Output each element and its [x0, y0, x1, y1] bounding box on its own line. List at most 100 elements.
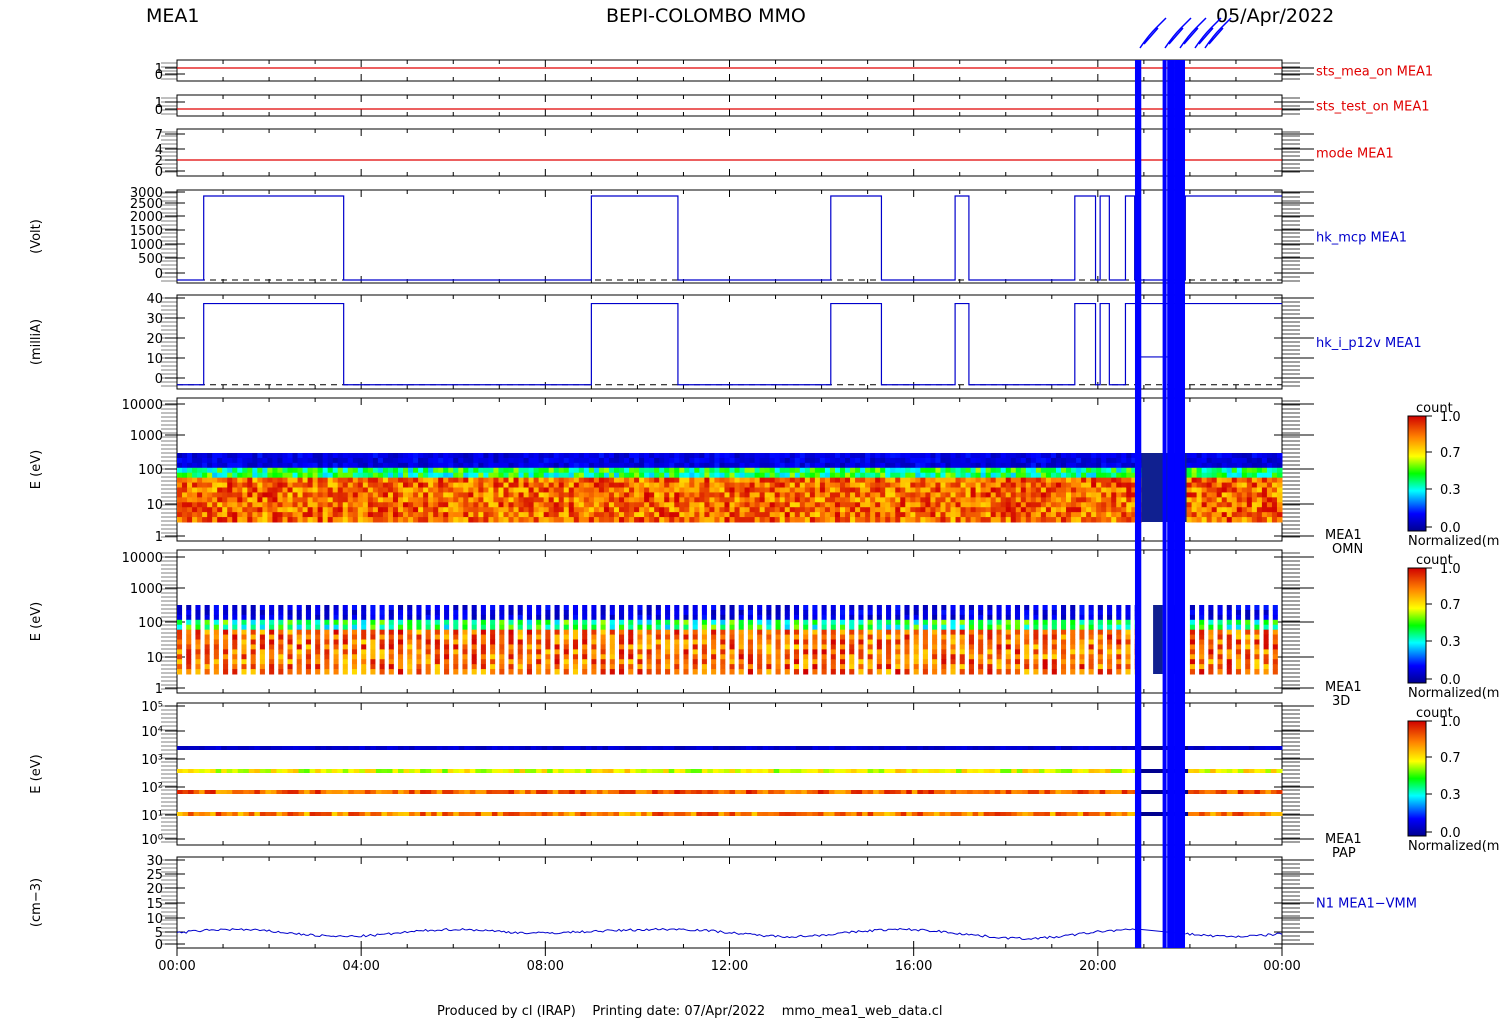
spectro-cell [704, 472, 710, 479]
spectro-cell [639, 453, 645, 459]
spectro-cell [324, 605, 330, 611]
spectro-cell [408, 512, 414, 518]
spectro-cell [1226, 482, 1233, 488]
spectro-cell [483, 487, 489, 493]
spectro-cell [1231, 462, 1238, 469]
spectro-cell [582, 605, 588, 611]
spectro-cell [694, 492, 700, 498]
spectro-cell [734, 477, 741, 484]
spectro-cell [644, 507, 650, 513]
spectro-cell [664, 497, 670, 503]
spectro-cell [932, 605, 938, 611]
spectro-cell [734, 497, 741, 503]
spectro-cell [1020, 467, 1027, 474]
spectro-cell [227, 502, 233, 508]
spectro-cell [1061, 467, 1067, 474]
spectro-cell [1261, 507, 1268, 513]
spectro-cell [387, 482, 394, 488]
spectro-cell [980, 512, 987, 518]
spectro-cell [1251, 453, 1258, 459]
spectro-cell [794, 507, 801, 513]
spectro-cell [855, 462, 861, 469]
spectro-cell [418, 502, 424, 508]
spectro-cell [692, 644, 698, 650]
spectro-cell [342, 669, 348, 675]
spectro-cell [1106, 517, 1112, 523]
spectro-cell [775, 644, 781, 650]
spectro-cell [649, 472, 655, 479]
spectro-cell [297, 472, 304, 479]
spectro-cell [922, 654, 928, 660]
spectro-cell [950, 629, 956, 636]
spectro-cell [324, 669, 330, 675]
spectro-cell [352, 477, 359, 484]
spectro-cell [545, 624, 551, 631]
spectro-cell [342, 634, 348, 640]
spectro-cell [434, 664, 440, 670]
spectro-cell [591, 644, 597, 650]
spectro-cell [960, 517, 967, 523]
spectro-cell [558, 502, 565, 508]
spectro-cell [895, 517, 901, 523]
spectro-cell [503, 512, 509, 518]
spectro-cell [930, 497, 936, 503]
spectro-cell [377, 487, 384, 493]
spectro-cell [669, 482, 675, 488]
spectro-cell [959, 609, 965, 616]
spectro-cell [379, 634, 385, 640]
spectro-cell [689, 502, 695, 508]
spectro-cell [975, 502, 982, 508]
spectro-cell [533, 502, 540, 508]
spectro-cell [757, 639, 763, 645]
spectro-cell [959, 624, 965, 631]
spectro-cell [322, 457, 329, 464]
spectro-cell [749, 457, 756, 464]
spectro-cell [387, 502, 394, 508]
spectro-cell [865, 477, 871, 484]
spectro-cell [252, 477, 258, 484]
spectro-cell [222, 487, 228, 493]
spectro-cell [809, 512, 816, 518]
spectro-cell [619, 512, 625, 518]
spectro-cell [305, 649, 311, 655]
spectro-cell [352, 507, 359, 513]
spectro-cell [955, 492, 962, 498]
spectro-cell [337, 467, 344, 474]
spectro-cell [794, 472, 801, 479]
spectro-cell [1050, 487, 1057, 493]
spectro-cell [694, 462, 700, 469]
spectro-cell [784, 453, 791, 459]
spectro-cell [975, 482, 982, 488]
spectro-cell [197, 502, 203, 508]
spectro-cell [804, 517, 811, 523]
spectro-cell [940, 487, 946, 493]
spectro-cell [683, 609, 689, 616]
spectro-cell [968, 614, 974, 621]
spectro-cell [634, 482, 640, 488]
spectro-cell [237, 453, 243, 459]
spectro-cell [324, 614, 330, 621]
spectro-cell [694, 482, 700, 488]
spectro-cell [701, 654, 707, 660]
spectro-cell [408, 502, 414, 508]
spectro-cell [950, 624, 956, 631]
spectro-cell [769, 482, 776, 488]
spectro-cell [789, 507, 796, 513]
spectro-cell [305, 619, 311, 626]
spectro-cell [272, 502, 278, 508]
spectro-cell [803, 664, 809, 670]
spectro-cell [379, 659, 385, 665]
spectro-cell [1156, 453, 1162, 522]
spectro-cell [563, 649, 569, 655]
spectro-cell [1045, 482, 1052, 488]
spectro-cell [1101, 453, 1107, 459]
spectro-cell [900, 517, 906, 523]
spectro-cell [186, 614, 192, 621]
spectro-cell [538, 507, 545, 513]
spectro-cell [272, 477, 278, 484]
spectro-cell [1146, 453, 1152, 522]
spectro-cell [296, 644, 302, 650]
spectro-cell [1276, 482, 1283, 488]
spectro-cell [1276, 497, 1283, 503]
spectro-cell [434, 609, 440, 616]
